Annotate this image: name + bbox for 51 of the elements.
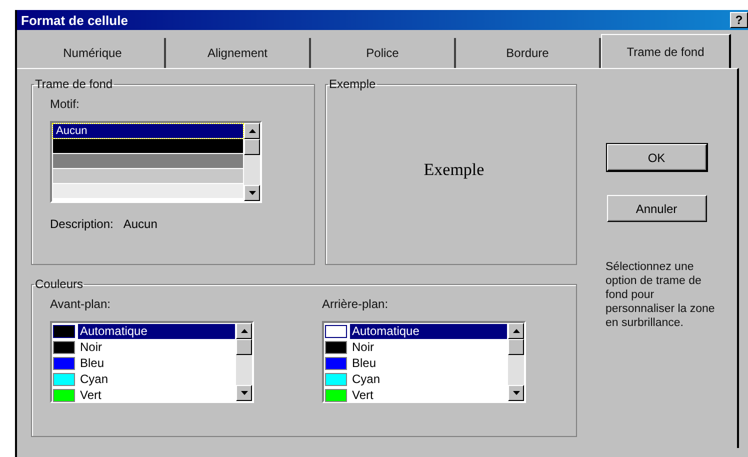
scroll-down-button[interactable] bbox=[508, 385, 524, 401]
color-option[interactable]: Cyan bbox=[78, 372, 235, 387]
scroll-up-button[interactable] bbox=[236, 323, 252, 339]
list-label: Arrière-plan: bbox=[322, 297, 390, 311]
ok-button[interactable]: OK bbox=[606, 144, 706, 171]
scrollbar[interactable] bbox=[236, 323, 252, 401]
list-label: Motif: bbox=[50, 97, 80, 111]
tab[interactable]: Bordure bbox=[456, 38, 601, 68]
scrollbar[interactable] bbox=[508, 323, 524, 401]
color-option[interactable]: Bleu bbox=[78, 356, 235, 371]
scroll-thumb[interactable] bbox=[236, 339, 252, 355]
hint-text: Sélectionnez une option de trame de fond pour personnaliser la zone en surbrillance. bbox=[606, 260, 716, 330]
scroll-down-button[interactable] bbox=[236, 385, 252, 401]
color-option[interactable]: Cyan bbox=[350, 372, 507, 387]
color-list[interactable]: Automatique Noir Bleu Cyan Vert bbox=[50, 321, 254, 403]
color-list[interactable]: Automatique Noir Bleu Cyan Vert bbox=[322, 321, 526, 403]
group-title: Exemple bbox=[328, 77, 377, 91]
description-label: Description: bbox=[50, 217, 114, 231]
window-title: Format de cellule bbox=[21, 12, 128, 28]
scrollbar[interactable] bbox=[244, 123, 260, 201]
description-value: Aucun bbox=[123, 217, 158, 231]
scroll-thumb[interactable] bbox=[244, 139, 260, 155]
scroll-down-icon bbox=[248, 191, 256, 195]
color-option[interactable]: Noir bbox=[350, 340, 507, 355]
scroll-up-button[interactable] bbox=[244, 123, 260, 139]
color-option[interactable]: Noir bbox=[78, 340, 235, 355]
pattern-list[interactable]: Aucun bbox=[50, 121, 262, 203]
color-option[interactable]: Vert bbox=[350, 388, 507, 403]
group-title: Trame de fond bbox=[34, 77, 114, 91]
scroll-down-icon bbox=[512, 391, 520, 395]
list-label: Avant-plan: bbox=[50, 297, 112, 311]
tab[interactable]: Police bbox=[311, 38, 456, 68]
color-option[interactable]: Automatique bbox=[350, 324, 507, 339]
cancel-button[interactable]: Annuler bbox=[606, 195, 706, 222]
group-title: Couleurs bbox=[34, 277, 84, 291]
color-option[interactable]: Bleu bbox=[350, 356, 507, 371]
scroll-down-icon bbox=[240, 391, 248, 395]
scroll-up-icon bbox=[240, 329, 248, 333]
scroll-up-icon bbox=[248, 129, 256, 133]
color-option[interactable]: Vert bbox=[78, 388, 235, 403]
pattern-option[interactable]: Aucun bbox=[53, 124, 243, 138]
tab[interactable]: Alignement bbox=[166, 38, 311, 68]
tab[interactable]: Trame de fond bbox=[601, 34, 731, 68]
help-button[interactable]: ? bbox=[730, 12, 748, 28]
tab[interactable]: Numérique bbox=[21, 38, 166, 68]
scroll-up-icon bbox=[512, 329, 520, 333]
scroll-up-button[interactable] bbox=[508, 323, 524, 339]
scroll-down-button[interactable] bbox=[244, 185, 260, 201]
color-option[interactable]: Automatique bbox=[78, 324, 235, 339]
sample-text: Exemple bbox=[424, 160, 484, 180]
scroll-thumb[interactable] bbox=[508, 339, 524, 355]
